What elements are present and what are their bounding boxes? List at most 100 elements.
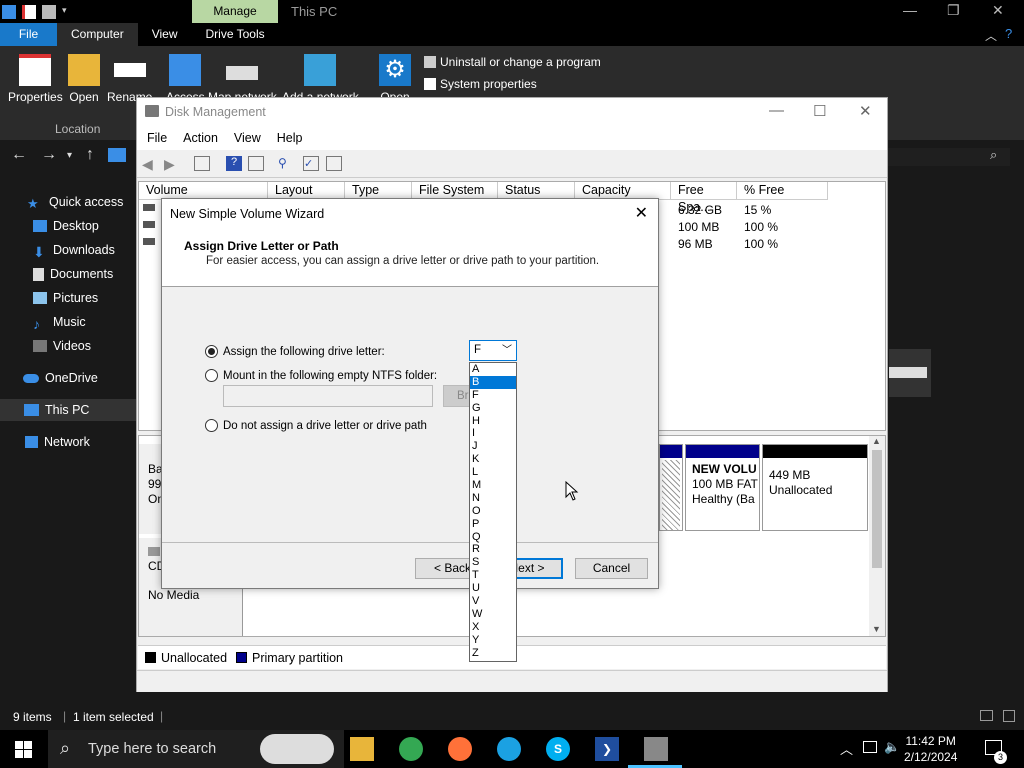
sidebar-item-desktop[interactable]: Desktop <box>0 215 136 237</box>
tab-view[interactable]: View <box>138 23 192 46</box>
chevron-down-icon[interactable]: ▾ <box>62 5 70 19</box>
minimize-icon[interactable]: — <box>769 102 784 119</box>
sidebar-item-documents[interactable]: Documents <box>0 263 136 285</box>
system-properties-button[interactable]: System properties <box>424 77 537 91</box>
minimize-icon[interactable]: — <box>903 2 917 18</box>
partition-new-volume[interactable]: NEW VOLU 100 MB FAT Healthy (Ba <box>685 444 760 531</box>
drive-letter-option-o[interactable]: O <box>470 505 516 518</box>
sidebar-item-onedrive[interactable]: OneDrive <box>0 367 136 389</box>
computer-icon[interactable] <box>2 5 16 19</box>
drive-letter-option-i[interactable]: I <box>470 427 516 440</box>
cancel-button[interactable]: Cancel <box>575 558 648 579</box>
close-icon[interactable]: ✕ <box>635 203 648 223</box>
drive-letter-option-j[interactable]: J <box>470 440 516 453</box>
chevron-down-icon[interactable]: ﹀ <box>502 341 512 360</box>
partition-unallocated[interactable]: 449 MB Unallocated <box>762 444 868 531</box>
large-icons-view-icon[interactable] <box>1003 710 1015 722</box>
sidebar-item-network[interactable]: Network <box>0 431 136 453</box>
properties-button[interactable]: Properties <box>8 54 63 104</box>
firefox-icon[interactable] <box>448 737 472 761</box>
drive-letter-option-l[interactable]: L <box>470 466 516 479</box>
open-button[interactable]: Open <box>68 54 100 104</box>
radio-button-selected[interactable] <box>205 345 218 358</box>
forward-arrow-icon[interactable]: → <box>41 146 57 164</box>
drive-letter-option-u[interactable]: U <box>470 582 516 595</box>
drive-letter-option-x[interactable]: X <box>470 621 516 634</box>
chrome-icon[interactable] <box>399 737 423 761</box>
search-icon[interactable]: ⌕ <box>990 147 997 163</box>
radio-assign-letter[interactable]: Assign the following drive letter: <box>205 345 385 358</box>
back-arrow-icon[interactable]: ◀ <box>142 156 158 172</box>
drive-letter-option-n[interactable]: N <box>470 492 516 505</box>
radio-mount-folder[interactable]: Mount in the following empty NTFS folder… <box>205 369 437 382</box>
network-icon[interactable] <box>863 741 877 753</box>
back-arrow-icon[interactable]: ← <box>11 146 27 164</box>
disk-management-task-icon[interactable] <box>644 737 668 761</box>
console-tree-icon[interactable] <box>194 156 210 171</box>
tab-file[interactable]: File <box>0 23 57 46</box>
tray-chevron-up-icon[interactable]: ︿ <box>840 739 853 758</box>
volume-muted-icon[interactable]: 🔈 <box>884 739 900 755</box>
radio-button[interactable] <box>205 419 218 432</box>
drive-letter-option-m[interactable]: M <box>470 479 516 492</box>
file-explorer-icon[interactable] <box>350 737 374 761</box>
taskbar-search[interactable]: ⌕ Type here to search <box>48 730 344 768</box>
uninstall-program-button[interactable]: Uninstall or change a program <box>424 55 601 69</box>
sidebar-item-videos[interactable]: Videos <box>0 335 136 357</box>
radio-button[interactable] <box>205 369 218 382</box>
connect-icon[interactable]: ⚲ <box>278 156 294 171</box>
drive-letter-option-r[interactable]: R <box>470 543 516 556</box>
menu-file[interactable]: File <box>147 131 167 145</box>
properties-icon[interactable] <box>248 156 264 171</box>
app-icon[interactable] <box>497 737 521 761</box>
graph-scrollbar[interactable]: ▲ ▼ <box>869 436 885 636</box>
col-free-space[interactable]: Free Spa... <box>671 182 737 214</box>
drive-letter-option-p[interactable]: P <box>470 518 516 531</box>
properties-icon[interactable] <box>22 5 36 19</box>
folder-path-input[interactable] <box>223 385 433 407</box>
help-icon[interactable]: ? <box>226 156 242 171</box>
drive-letter-option-z[interactable]: Z <box>470 647 516 660</box>
drive-letter-option-h[interactable]: H <box>470 415 516 428</box>
drive-letter-option-b[interactable]: B <box>470 375 516 389</box>
powershell-icon[interactable]: ❯ <box>595 737 619 761</box>
sidebar-item-pictures[interactable]: Pictures <box>0 287 136 309</box>
manage-context-tab[interactable]: Manage <box>192 0 278 23</box>
forward-arrow-icon[interactable]: ▶ <box>164 156 180 172</box>
sidebar-item-quick-access[interactable]: ★ Quick access <box>0 191 136 213</box>
settings-list-icon[interactable] <box>326 156 342 171</box>
sidebar-item-music[interactable]: ♪ Music <box>0 311 136 333</box>
up-arrow-icon[interactable]: ↑ <box>86 146 94 164</box>
radio-no-letter[interactable]: Do not assign a drive letter or drive pa… <box>205 419 427 432</box>
windows-start-icon[interactable] <box>15 741 32 758</box>
recent-locations-icon[interactable]: ▾ <box>67 150 72 161</box>
scroll-down-icon[interactable]: ▼ <box>872 624 881 634</box>
sidebar-item-downloads[interactable]: ⬇ Downloads <box>0 239 136 261</box>
explorer-selected-item[interactable] <box>889 349 931 397</box>
sidebar-item-this-pc[interactable]: This PC <box>0 399 136 421</box>
details-view-icon[interactable] <box>980 710 993 721</box>
drive-letter-option-t[interactable]: T <box>470 569 516 582</box>
partition-hatched[interactable] <box>659 444 683 531</box>
tab-drive-tools[interactable]: Drive Tools <box>191 23 278 46</box>
tab-computer[interactable]: Computer <box>57 23 138 46</box>
menu-action[interactable]: Action <box>183 131 218 145</box>
restore-icon[interactable]: ❐ <box>947 2 960 19</box>
drive-letter-option-f[interactable]: F <box>470 389 516 402</box>
skype-icon[interactable]: S <box>546 737 570 761</box>
drive-letter-option-w[interactable]: W <box>470 608 516 621</box>
taskbar-clock[interactable]: 11:42 PM 2/12/2024 <box>904 733 957 765</box>
scroll-thumb[interactable] <box>872 450 882 568</box>
check-icon[interactable]: ✓ <box>303 156 319 171</box>
drive-letter-select[interactable]: F ﹀ <box>469 340 517 361</box>
new-folder-icon[interactable] <box>42 5 56 19</box>
close-icon[interactable]: ✕ <box>992 2 1004 19</box>
col-percent-free[interactable]: % Free <box>737 182 828 200</box>
menu-help[interactable]: Help <box>277 131 303 145</box>
close-icon[interactable]: ✕ <box>859 102 872 120</box>
drive-letter-option-k[interactable]: K <box>470 453 516 466</box>
drive-letter-option-s[interactable]: S <box>470 556 516 569</box>
help-icon[interactable]: ? <box>1005 26 1012 41</box>
drive-letter-option-y[interactable]: Y <box>470 634 516 647</box>
copilot-icon[interactable] <box>260 734 334 764</box>
